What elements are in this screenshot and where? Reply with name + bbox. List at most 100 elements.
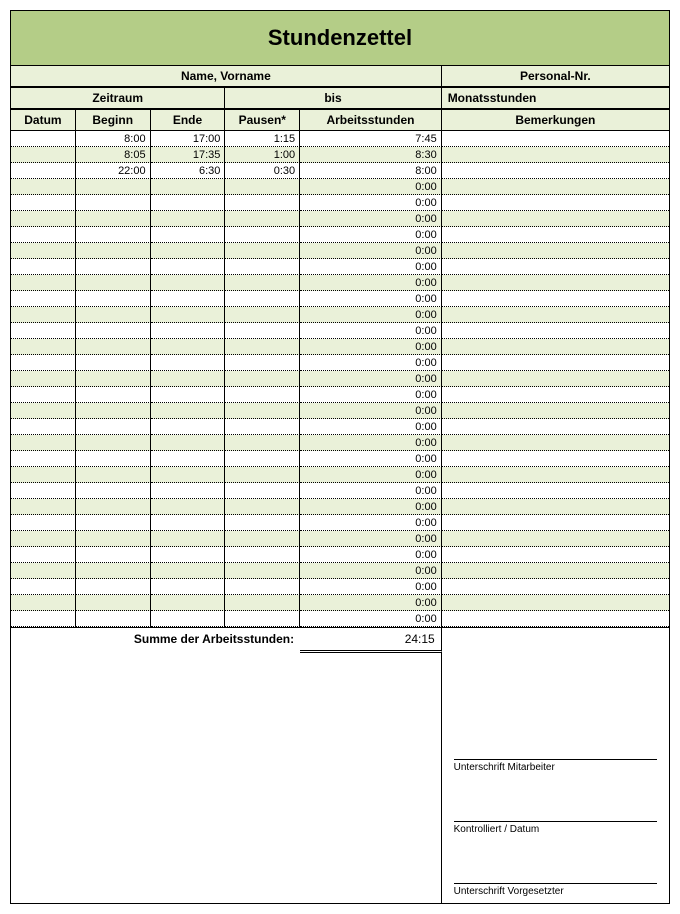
cell-datum (11, 387, 76, 403)
cell-bemerkungen (442, 211, 669, 227)
cell-ende (151, 451, 226, 467)
cell-beginn (76, 595, 151, 611)
table-row: 0:00 (11, 611, 669, 627)
table-row: 0:00 (11, 307, 669, 323)
cell-ende (151, 435, 226, 451)
cell-datum (11, 451, 76, 467)
cell-pausen (225, 195, 300, 211)
cell-datum (11, 339, 76, 355)
cell-pausen (225, 595, 300, 611)
cell-pausen (225, 387, 300, 403)
cell-beginn (76, 243, 151, 259)
cell-ende (151, 371, 226, 387)
cell-datum (11, 579, 76, 595)
cell-arbeitsstunden: 0:00 (300, 611, 442, 627)
cell-datum (11, 275, 76, 291)
cell-datum (11, 307, 76, 323)
cell-ende (151, 515, 226, 531)
cell-bemerkungen (442, 323, 669, 339)
table-row: 0:00 (11, 435, 669, 451)
cell-beginn (76, 179, 151, 195)
cell-pausen (225, 227, 300, 243)
cell-datum (11, 147, 76, 163)
bis-label: bis (225, 87, 441, 109)
table-row: 0:00 (11, 291, 669, 307)
cell-arbeitsstunden: 0:00 (300, 259, 442, 275)
col-beginn: Beginn (76, 109, 151, 131)
cell-ende (151, 467, 226, 483)
cell-arbeitsstunden: 0:00 (300, 403, 442, 419)
cell-ende (151, 531, 226, 547)
cell-datum (11, 291, 76, 307)
cell-ende (151, 195, 226, 211)
cell-bemerkungen (442, 595, 669, 611)
cell-pausen: 0:30 (225, 163, 300, 179)
cell-bemerkungen (442, 243, 669, 259)
cell-beginn: 22:00 (76, 163, 151, 179)
cell-ende (151, 227, 226, 243)
table-row: 0:00 (11, 515, 669, 531)
table-row: 0:00 (11, 563, 669, 579)
name-label: Name, Vorname (11, 66, 442, 87)
cell-arbeitsstunden: 0:00 (300, 499, 442, 515)
cell-datum (11, 563, 76, 579)
cell-arbeitsstunden: 0:00 (300, 579, 442, 595)
cell-ende (151, 211, 226, 227)
cell-pausen (225, 403, 300, 419)
cell-datum (11, 227, 76, 243)
cell-bemerkungen (442, 195, 669, 211)
cell-bemerkungen (442, 179, 669, 195)
cell-pausen (225, 579, 300, 595)
cell-datum (11, 211, 76, 227)
table-row: 0:00 (11, 259, 669, 275)
cell-arbeitsstunden: 0:00 (300, 179, 442, 195)
cell-ende (151, 579, 226, 595)
cell-bemerkungen (442, 451, 669, 467)
cell-beginn (76, 579, 151, 595)
zeitraum-label: Zeitraum (11, 87, 225, 109)
cell-bemerkungen (442, 339, 669, 355)
table-row: 8:0517:351:008:30 (11, 147, 669, 163)
cell-arbeitsstunden: 0:00 (300, 419, 442, 435)
table-row: 0:00 (11, 419, 669, 435)
cell-bemerkungen (442, 403, 669, 419)
cell-bemerkungen (442, 531, 669, 547)
cell-beginn (76, 499, 151, 515)
cell-pausen (225, 243, 300, 259)
cell-arbeitsstunden: 0:00 (300, 339, 442, 355)
cell-beginn (76, 515, 151, 531)
table-row: 0:00 (11, 387, 669, 403)
column-headers: Datum Beginn Ende Pausen* Arbeitsstunden… (11, 109, 669, 131)
cell-arbeitsstunden: 0:00 (300, 307, 442, 323)
table-row: 0:00 (11, 275, 669, 291)
cell-datum (11, 547, 76, 563)
cell-pausen (225, 323, 300, 339)
cell-beginn (76, 291, 151, 307)
cell-bemerkungen (442, 163, 669, 179)
cell-ende (151, 243, 226, 259)
col-arbeitsstunden: Arbeitsstunden (300, 109, 442, 131)
cell-ende (151, 323, 226, 339)
cell-pausen (225, 339, 300, 355)
cell-ende (151, 547, 226, 563)
cell-beginn (76, 211, 151, 227)
monatsstunden-label: Monatsstunden (442, 87, 669, 109)
personalnr-label: Personal-Nr. (442, 66, 669, 87)
cell-arbeitsstunden: 0:00 (300, 243, 442, 259)
cell-pausen (225, 179, 300, 195)
table-row: 0:00 (11, 211, 669, 227)
cell-pausen (225, 275, 300, 291)
cell-arbeitsstunden: 0:00 (300, 435, 442, 451)
cell-datum (11, 435, 76, 451)
cell-pausen: 1:00 (225, 147, 300, 163)
cell-arbeitsstunden: 0:00 (300, 371, 442, 387)
cell-pausen (225, 467, 300, 483)
sum-row: Summe der Arbeitsstunden: 24:15 (11, 627, 669, 653)
cell-beginn (76, 467, 151, 483)
cell-pausen (225, 547, 300, 563)
cell-arbeitsstunden: 0:00 (300, 515, 442, 531)
cell-ende (151, 307, 226, 323)
header-row-1: Name, Vorname Personal-Nr. (11, 66, 669, 87)
cell-datum (11, 371, 76, 387)
cell-bemerkungen (442, 275, 669, 291)
